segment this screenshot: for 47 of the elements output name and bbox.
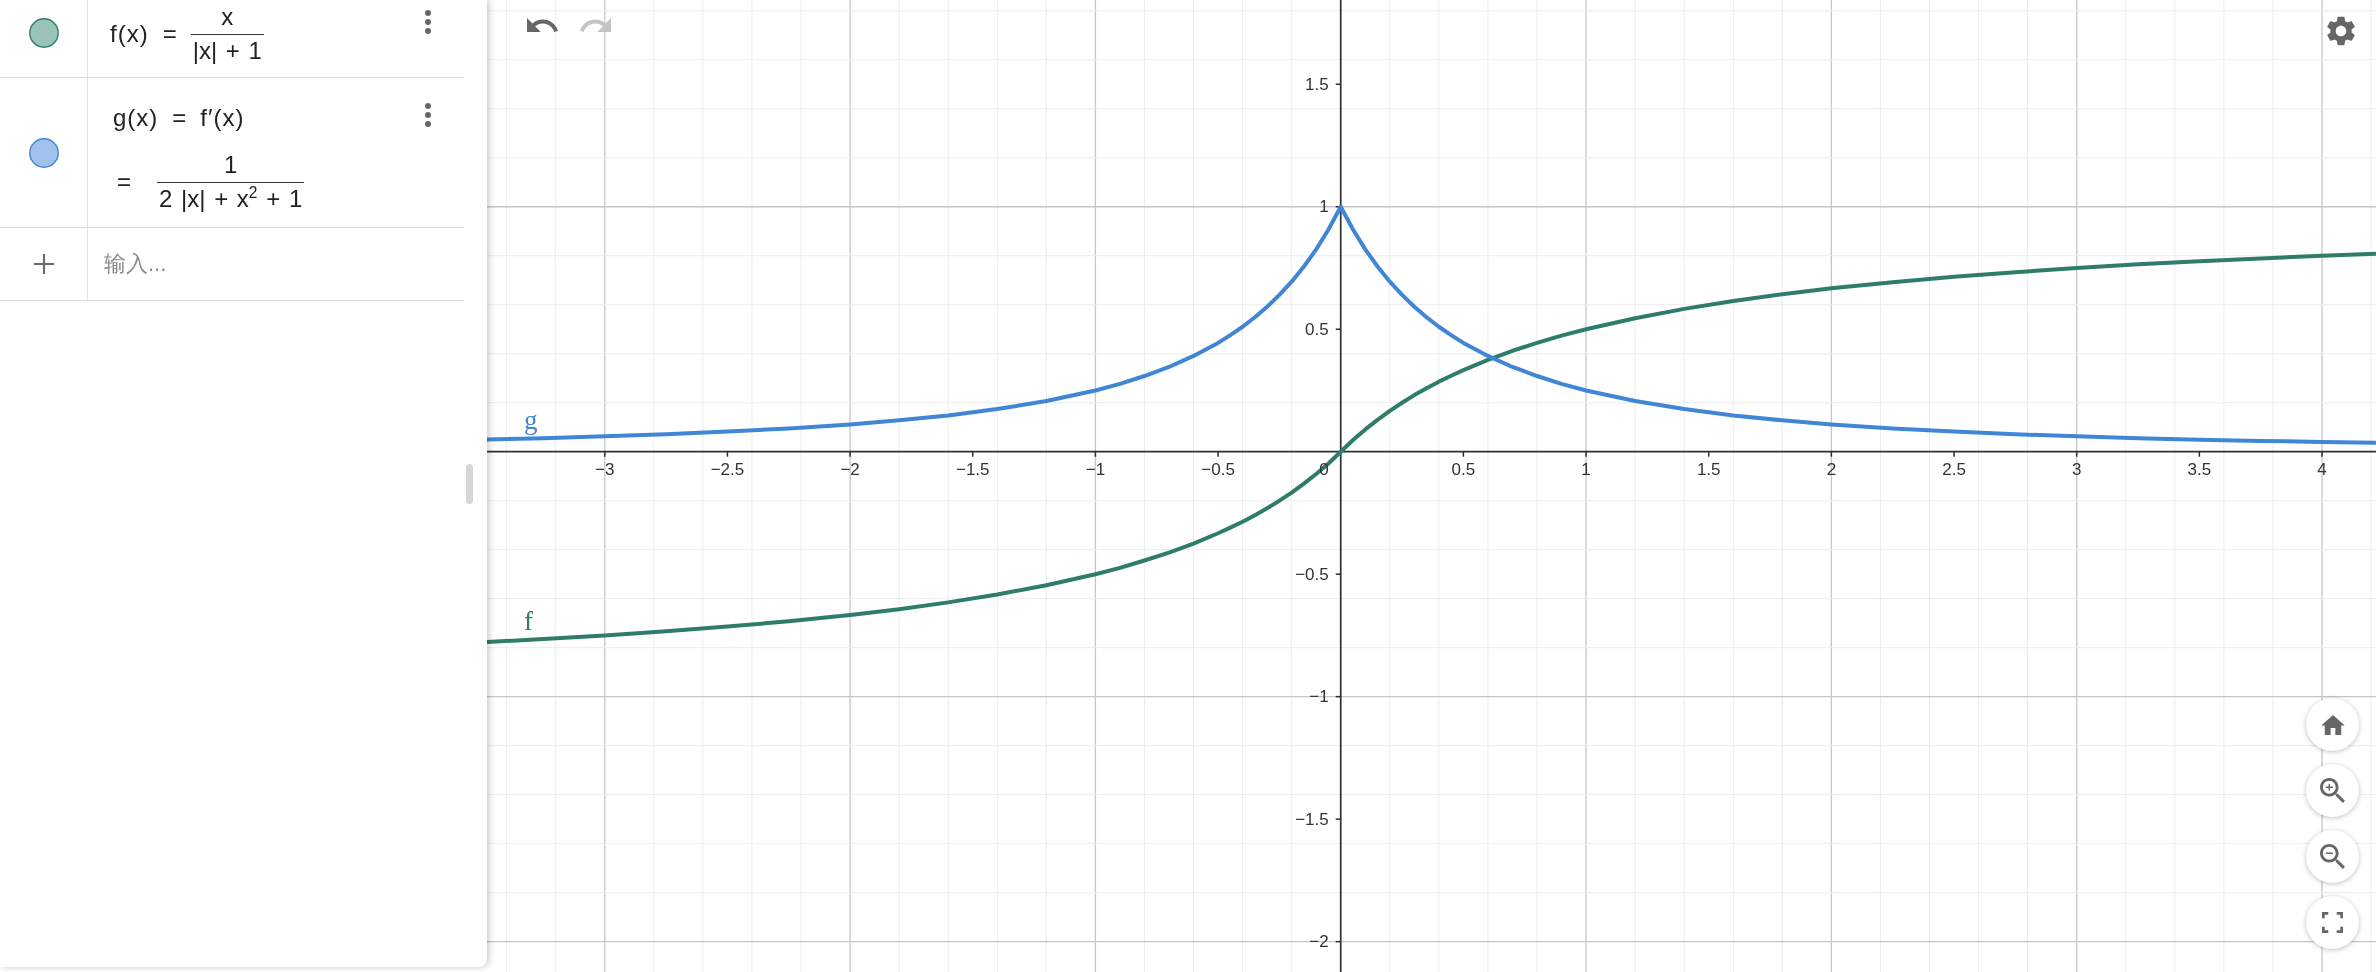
home-icon — [2320, 714, 2345, 735]
axis-tick-label: 1.5 — [1305, 74, 1329, 94]
function-curve[interactable] — [487, 251, 2376, 645]
axis-tick-label: 0.5 — [1451, 460, 1476, 480]
axis-tick-label: 0.5 — [1305, 319, 1329, 339]
zoom-out-icon — [2320, 844, 2345, 869]
axis-tick-label: 1 — [1319, 197, 1329, 217]
axis-tick-label: 3 — [2071, 460, 2082, 480]
zoom-in-icon — [2320, 778, 2345, 803]
axis-tick-label: 2.5 — [1942, 460, 1966, 480]
axis-tick-label: −2 — [1309, 932, 1329, 952]
axis-tick-label: −1.5 — [1295, 809, 1329, 829]
axis-tick-label: −1.5 — [955, 460, 990, 480]
curve-label: f — [524, 606, 533, 637]
settings-button[interactable] — [2327, 16, 2355, 46]
axis-tick-label: −2 — [840, 460, 860, 480]
fullscreen-icon — [2322, 912, 2343, 933]
axis-tick-label: −1 — [1309, 687, 1329, 707]
plus-icon[interactable] — [33, 254, 54, 274]
undo-button[interactable] — [527, 18, 558, 32]
zoom-in-button[interactable] — [2306, 764, 2359, 817]
zoom-out-button[interactable] — [2306, 830, 2359, 883]
axis-tick-label: 4 — [2317, 460, 2327, 480]
more-options-button[interactable] — [425, 10, 431, 34]
axis-tick-label: −0.5 — [1201, 460, 1235, 480]
undo-icon — [527, 18, 558, 32]
visibility-dot-icon[interactable] — [28, 18, 59, 48]
axis-tick-label: 3.5 — [2187, 460, 2212, 480]
axis-tick-label: 1 — [1581, 460, 1591, 480]
axis-tick-label: −0.5 — [1295, 564, 1329, 584]
axis-tick-label: 1.5 — [1696, 460, 1721, 480]
fullscreen-button[interactable] — [2306, 896, 2359, 949]
formula-result: = 1 2 |x| + x$^{2}$ + 1 — [117, 151, 305, 213]
axis-tick-label: −3 — [595, 460, 615, 480]
kebab-menu-icon — [425, 103, 431, 127]
math-formula[interactable]: g(x) = f′(x) — [113, 104, 245, 132]
curve-label: g — [524, 404, 538, 435]
resize-handle[interactable] — [466, 463, 473, 504]
kebab-menu-icon — [425, 10, 431, 34]
axis-tick-label: 2 — [1826, 460, 1837, 480]
home-button[interactable] — [2306, 698, 2359, 751]
algebra-input-field[interactable]: 输入... — [104, 247, 446, 281]
more-options-button[interactable] — [425, 103, 431, 127]
axis-tick-label: −2.5 — [710, 460, 745, 480]
visibility-dot-icon[interactable] — [28, 137, 59, 168]
axis-tick-label: −1 — [1085, 460, 1106, 480]
gear-icon — [2327, 16, 2355, 46]
